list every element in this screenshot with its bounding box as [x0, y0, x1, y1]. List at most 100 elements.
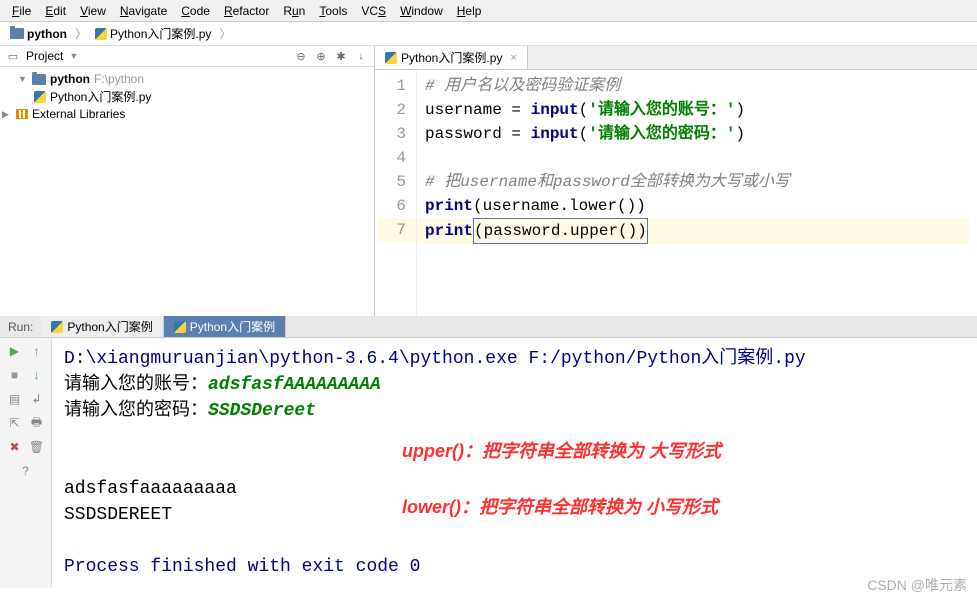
run-tab-label: Python入门案例	[190, 318, 275, 335]
run-tab-active[interactable]: Python入门案例	[164, 316, 286, 337]
watermark: CSDN @唯元素	[867, 575, 967, 595]
tree-file-label: Python入门案例.py	[50, 88, 151, 105]
breadcrumb-separator: 〉	[75, 25, 87, 42]
code-line[interactable]	[425, 146, 969, 170]
hide-icon[interactable]: ↓	[354, 49, 368, 63]
editor-tabs: Python入门案例.py ×	[375, 46, 977, 70]
console-prompt: 请输入您的账号：	[64, 375, 208, 395]
tree-external-label: External Libraries	[32, 107, 125, 121]
comment-text: # 用户名以及密码验证案例	[425, 77, 620, 95]
python-icon	[174, 321, 186, 333]
expand-arrow-icon[interactable]: ▶	[2, 109, 12, 120]
menu-vcs[interactable]: VCS	[355, 2, 392, 20]
line-gutter: 1 2 3 4 5 6 7	[375, 70, 417, 316]
help-icon[interactable]: ?	[17, 462, 35, 480]
menu-window[interactable]: Window	[394, 2, 449, 20]
tree-root-label: python	[50, 72, 90, 86]
console-command: D:\xiangmuruanjian\python-3.6.4\python.e…	[64, 346, 965, 372]
project-tree: ▼ python F:\python Python入门案例.py ▶ Exter…	[0, 67, 374, 126]
tree-root[interactable]: ▼ python F:\python	[2, 71, 372, 87]
python-icon	[385, 52, 397, 64]
main-area: ▭ Project ▼ ⊖ ⊕ ✱ ↓ ▼ python F:\python P…	[0, 46, 977, 316]
project-view-icon[interactable]: ▭	[6, 49, 20, 63]
line-number: 5	[379, 170, 406, 194]
chevron-down-icon[interactable]: ▼	[69, 51, 78, 61]
breadcrumb-file-label: Python入门案例.py	[110, 25, 211, 42]
line-number: 1	[379, 74, 406, 98]
console-exit: Process finished with exit code 0	[64, 554, 965, 580]
run-down-icon[interactable]: ↓	[28, 366, 46, 384]
comment-text: # 把username和password全部转换为大写或小写	[425, 173, 790, 191]
python-icon	[95, 28, 107, 40]
stop-icon[interactable]: ■	[6, 366, 24, 384]
annotation-lower: lower()：把字符串全部转换为 小写形式	[402, 494, 718, 520]
tree-external[interactable]: ▶ External Libraries	[2, 106, 372, 122]
editor-panel: Python入门案例.py × 1 2 3 4 5 6 7 # 用户名以及密码验…	[375, 46, 977, 316]
collapse-icon[interactable]: ⊖	[294, 49, 308, 63]
builtin: print	[425, 197, 473, 215]
editor-tab-label: Python入门案例.py	[401, 49, 502, 66]
builtin: input	[531, 101, 579, 119]
run-panel: Run: Python入门案例 Python入门案例 ▶ ↑ ■ ↓ ▤ ↲ ⇱…	[0, 316, 977, 588]
console-prompt: 请输入您的密码：	[64, 401, 208, 421]
layout-icon[interactable]: ▤	[6, 390, 24, 408]
target-icon[interactable]: ⊕	[314, 49, 328, 63]
operator: =	[502, 125, 531, 143]
code-line-current[interactable]: print(password.upper())	[417, 218, 969, 244]
close-icon[interactable]: ×	[510, 52, 516, 64]
line-number: 6	[379, 194, 406, 218]
menu-navigate[interactable]: Navigate	[114, 2, 173, 20]
line-number: 7	[379, 218, 416, 242]
console-output[interactable]: D:\xiangmuruanjian\python-3.6.4\python.e…	[52, 338, 977, 588]
menu-code[interactable]: Code	[175, 2, 216, 20]
print-icon[interactable]: 🖶	[28, 414, 46, 432]
rerun-icon[interactable]: ▶	[6, 342, 24, 360]
tree-file[interactable]: Python入门案例.py	[2, 87, 372, 106]
line-number: 2	[379, 98, 406, 122]
trash-icon[interactable]: 🗑	[28, 438, 46, 456]
export-icon[interactable]: ⇱	[6, 414, 24, 432]
run-tab[interactable]: Python入门案例	[41, 316, 163, 337]
python-icon	[34, 91, 46, 103]
code-line[interactable]: # 把username和password全部转换为大写或小写	[425, 170, 969, 194]
console-input: adsfasfAAAAAAAAA	[208, 375, 381, 395]
close-run-icon[interactable]: ✖	[6, 438, 24, 456]
code-line[interactable]: username = input('请输入您的账号：')	[425, 98, 969, 122]
builtin: input	[531, 125, 579, 143]
menu-refactor[interactable]: Refactor	[218, 2, 275, 20]
wrap-icon[interactable]: ↲	[28, 390, 46, 408]
project-panel: ▭ Project ▼ ⊖ ⊕ ✱ ↓ ▼ python F:\python P…	[0, 46, 375, 316]
expand-arrow-icon[interactable]: ▼	[18, 74, 28, 84]
menu-view[interactable]: View	[74, 2, 112, 20]
run-up-icon[interactable]: ↑	[28, 342, 46, 360]
identifier: username	[425, 101, 502, 119]
menu-help[interactable]: Help	[451, 2, 488, 20]
builtin: print	[425, 222, 473, 240]
code-line[interactable]: print(username.lower())	[425, 194, 969, 218]
line-number: 4	[379, 146, 406, 170]
run-body: ▶ ↑ ■ ↓ ▤ ↲ ⇱ 🖶 ✖ 🗑 ? D:\xiangmuruanjian…	[0, 338, 977, 588]
expression: username.lower()	[483, 197, 637, 215]
menu-bar: FFileile Edit View Navigate Code Refacto…	[0, 0, 977, 22]
expression: password.upper()	[484, 222, 638, 240]
run-tab-label: Python入门案例	[67, 318, 152, 335]
menu-run[interactable]: Run	[277, 2, 311, 20]
code-line[interactable]: # 用户名以及密码验证案例	[425, 74, 969, 98]
breadcrumb: python 〉 Python入门案例.py 〉	[0, 22, 977, 46]
menu-tools[interactable]: Tools	[313, 2, 353, 20]
string: '请输入您的账号：'	[588, 101, 735, 119]
breadcrumb-file[interactable]: Python入门案例.py	[91, 24, 215, 43]
string: '请输入您的密码：'	[588, 125, 735, 143]
menu-file[interactable]: FFileile	[6, 2, 37, 20]
breadcrumb-root[interactable]: python	[6, 26, 71, 42]
project-title: Project	[26, 49, 63, 63]
breadcrumb-root-label: python	[27, 27, 67, 41]
folder-icon	[32, 74, 46, 85]
editor-tab[interactable]: Python入门案例.py ×	[375, 46, 528, 69]
code-editor[interactable]: 1 2 3 4 5 6 7 # 用户名以及密码验证案例 username = i…	[375, 70, 977, 316]
code-body[interactable]: # 用户名以及密码验证案例 username = input('请输入您的账号：…	[417, 70, 977, 316]
code-line[interactable]: password = input('请输入您的密码：')	[425, 122, 969, 146]
run-tabs: Run: Python入门案例 Python入门案例	[0, 316, 977, 338]
gear-icon[interactable]: ✱	[334, 49, 348, 63]
menu-edit[interactable]: Edit	[39, 2, 72, 20]
